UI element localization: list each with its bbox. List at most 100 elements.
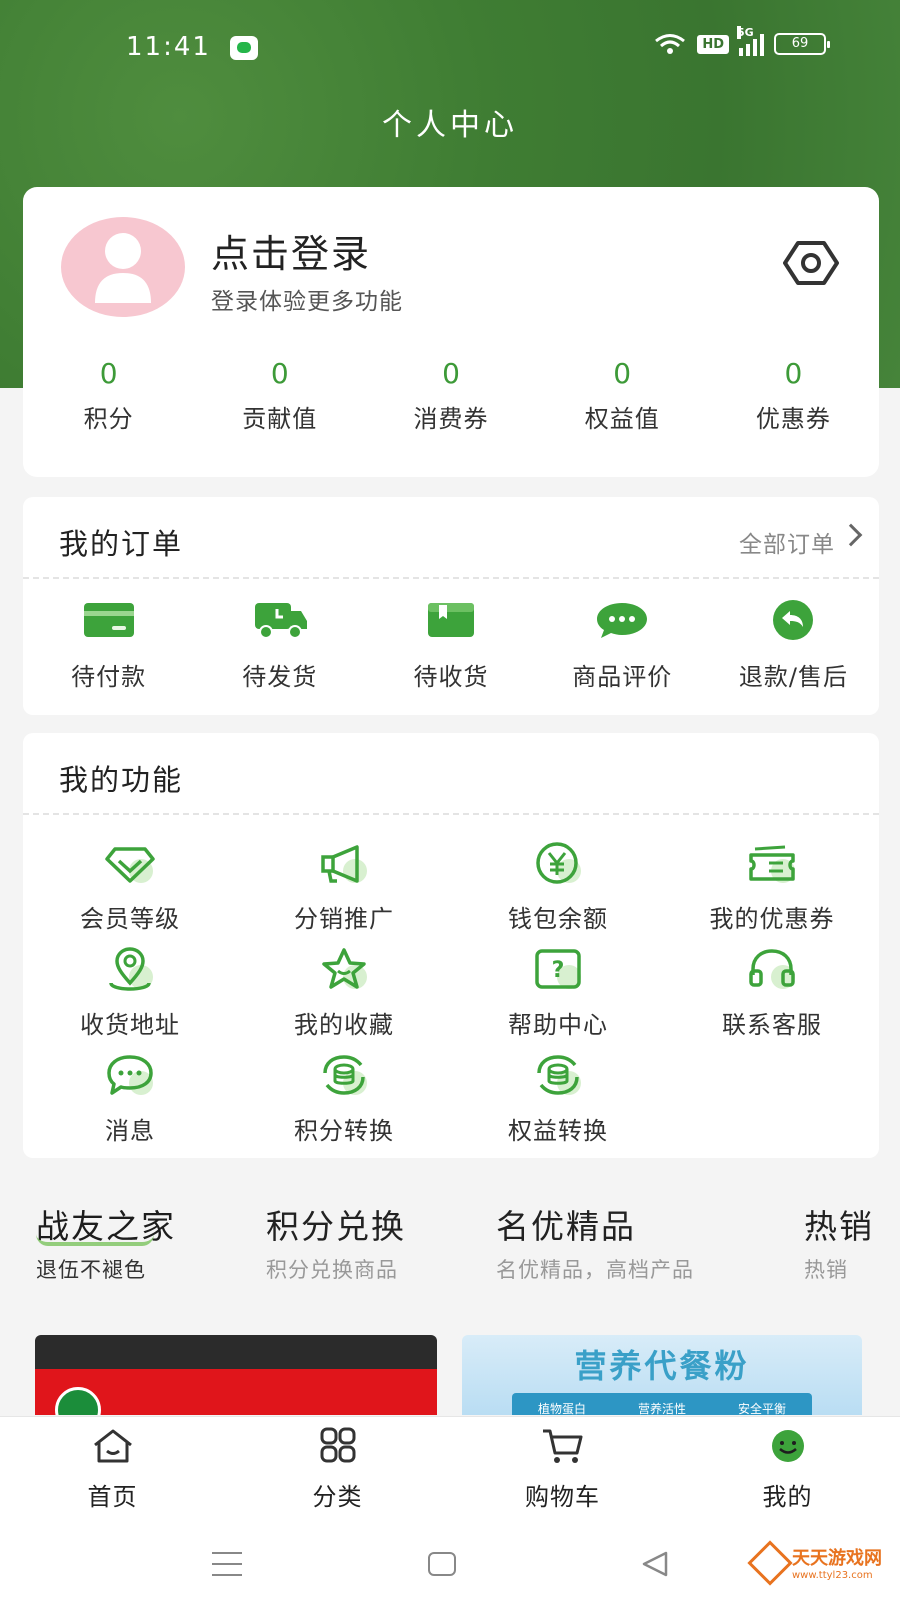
cart-icon — [542, 1429, 582, 1463]
func-distribution[interactable]: 分销推广 — [237, 841, 451, 947]
orders-card: 我的订单 全部订单 待付款 待发货 待收货 商品评价 退款/售后 — [23, 497, 879, 715]
banner-feature: 营养活性 — [637, 1401, 686, 1416]
stat-contribution[interactable]: 0 贡献值 — [194, 357, 365, 434]
message-app-icon — [230, 36, 258, 60]
stat-coupons[interactable]: 0 优惠券 — [708, 357, 879, 434]
tabbar-cart[interactable]: 购物车 — [450, 1417, 675, 1524]
tab-subtitle: 退伍不褪色 — [36, 1258, 146, 1282]
stat-value: 0 — [613, 357, 632, 390]
chevron-right-icon[interactable] — [839, 523, 863, 547]
stat-equity[interactable]: 0 权益值 — [537, 357, 708, 434]
tab-points-exchange[interactable]: 积分兑换 积分兑换商品 — [266, 1200, 406, 1284]
stat-points[interactable]: 0 积分 — [23, 357, 194, 434]
home-nav-icon[interactable] — [428, 1552, 456, 1576]
menu-icon[interactable] — [212, 1552, 242, 1576]
svg-text:?: ? — [552, 958, 565, 983]
tab-subtitle: 名优精品，高档产品 — [496, 1258, 694, 1282]
tabbar-home[interactable]: 首页 — [0, 1417, 225, 1524]
func-points-exchange[interactable]: 积分转换 — [237, 1053, 451, 1159]
order-pending-receipt[interactable]: 待收货 — [365, 599, 536, 692]
network-type: 5G — [737, 26, 754, 39]
func-address[interactable]: 收货地址 — [23, 947, 237, 1053]
stats-row: 0 积分 0 贡献值 0 消费券 0 权益值 0 优惠券 — [23, 357, 879, 434]
order-pending-payment[interactable]: 待付款 — [23, 599, 194, 692]
func-label: 分销推广 — [294, 905, 394, 933]
login-title[interactable]: 点击登录 — [211, 223, 371, 278]
banner-left[interactable] — [35, 1335, 437, 1415]
func-wallet[interactable]: 钱包余额 — [451, 841, 665, 947]
order-pending-shipment[interactable]: 待发货 — [194, 599, 365, 692]
home-icon — [93, 1429, 132, 1463]
tabbar-label: 我的 — [762, 1483, 813, 1511]
func-messages[interactable]: 消息 — [23, 1053, 237, 1159]
chat-icon — [597, 603, 648, 638]
tab-hot-sales[interactable]: 热销 热销 — [804, 1200, 874, 1284]
tabbar-mine[interactable]: 我的 — [675, 1417, 900, 1524]
banner-right[interactable]: 营养代餐粉 植物蛋白 营养活性 安全平衡 — [462, 1335, 862, 1415]
truck-icon — [254, 603, 307, 639]
stat-label: 贡献值 — [242, 405, 318, 433]
stat-value: 0 — [442, 357, 460, 390]
func-label: 我的收藏 — [294, 1011, 394, 1039]
func-help[interactable]: ? 帮助中心 — [451, 947, 665, 1053]
diamond-icon — [105, 847, 155, 883]
func-label: 钱包余额 — [508, 905, 608, 933]
tab-title: 积分兑换 — [266, 1207, 406, 1246]
func-equity-exchange[interactable]: 权益转换 — [451, 1053, 665, 1159]
help-icon: ? — [535, 949, 581, 989]
stat-value: 0 — [99, 357, 118, 390]
func-member-level[interactable]: 会员等级 — [23, 841, 237, 947]
location-icon — [109, 947, 153, 991]
all-orders-link[interactable]: 全部订单 — [739, 525, 835, 559]
login-subtitle: 登录体验更多功能 — [211, 289, 403, 315]
func-support[interactable]: 联系客服 — [665, 947, 879, 1053]
func-my-coupons[interactable]: 我的优惠券 — [665, 841, 879, 947]
yen-icon — [536, 842, 581, 884]
func-label: 收货地址 — [80, 1011, 180, 1039]
order-label: 商品评价 — [572, 663, 673, 691]
banner-feature: 植物蛋白 — [537, 1401, 586, 1416]
avatar[interactable] — [61, 217, 185, 317]
order-refund[interactable]: 退款/售后 — [708, 599, 879, 692]
star-icon — [322, 948, 367, 989]
stat-label: 权益值 — [584, 405, 660, 433]
stat-label: 优惠券 — [755, 405, 831, 433]
func-label: 权益转换 — [508, 1117, 608, 1145]
coins-exchange-icon — [537, 1055, 581, 1095]
watermark-url: www.ttyl23.com — [792, 1570, 873, 1581]
func-label: 我的优惠券 — [709, 905, 835, 933]
bottom-tab-bar: 首页 分类 购物车 我的 — [0, 1416, 900, 1524]
card-icon — [83, 603, 134, 637]
tabbar-label: 首页 — [87, 1483, 138, 1511]
tab-veterans-home[interactable]: 战友之家 退伍不褪色 — [36, 1200, 176, 1284]
headset-icon — [749, 949, 795, 989]
order-label: 待收货 — [413, 663, 489, 691]
profile-card: 点击登录 登录体验更多功能 0 积分 0 贡献值 0 消费券 0 权益值 0 优… — [23, 187, 879, 477]
settings-icon[interactable] — [783, 239, 839, 287]
page-title: 个人中心 — [382, 108, 518, 143]
func-label: 帮助中心 — [508, 1011, 608, 1039]
back-icon[interactable] — [640, 1550, 670, 1578]
watermark: 天天游戏网 www.ttyl23.com — [747, 1539, 882, 1586]
stat-vouchers[interactable]: 0 消费券 — [365, 357, 536, 434]
tab-premium[interactable]: 名优精品 名优精品，高档产品 — [496, 1200, 694, 1284]
tab-subtitle: 积分兑换商品 — [266, 1258, 398, 1282]
tab-title: 热销 — [804, 1207, 874, 1246]
signal-icon: 5G — [737, 26, 764, 56]
wifi-icon — [655, 34, 686, 54]
tab-title: 名优精品 — [496, 1207, 636, 1246]
order-review[interactable]: 商品评价 — [537, 599, 708, 692]
tabbar-category[interactable]: 分类 — [225, 1417, 450, 1524]
watermark-logo-icon — [747, 1539, 793, 1586]
tab-subtitle: 热销 — [804, 1258, 848, 1282]
status-bar: 11:41 HD 5G 69 — [0, 26, 900, 68]
func-favorites[interactable]: 我的收藏 — [237, 947, 451, 1053]
section-title: 我的订单 — [59, 527, 184, 561]
functions-header: 我的功能 — [23, 733, 879, 815]
stat-label: 消费券 — [413, 405, 489, 433]
orders-header: 我的订单 全部订单 — [23, 497, 879, 579]
user-icon — [95, 233, 151, 303]
grid-icon — [320, 1427, 355, 1463]
coins-exchange-icon — [323, 1055, 367, 1095]
box-icon — [428, 603, 474, 637]
